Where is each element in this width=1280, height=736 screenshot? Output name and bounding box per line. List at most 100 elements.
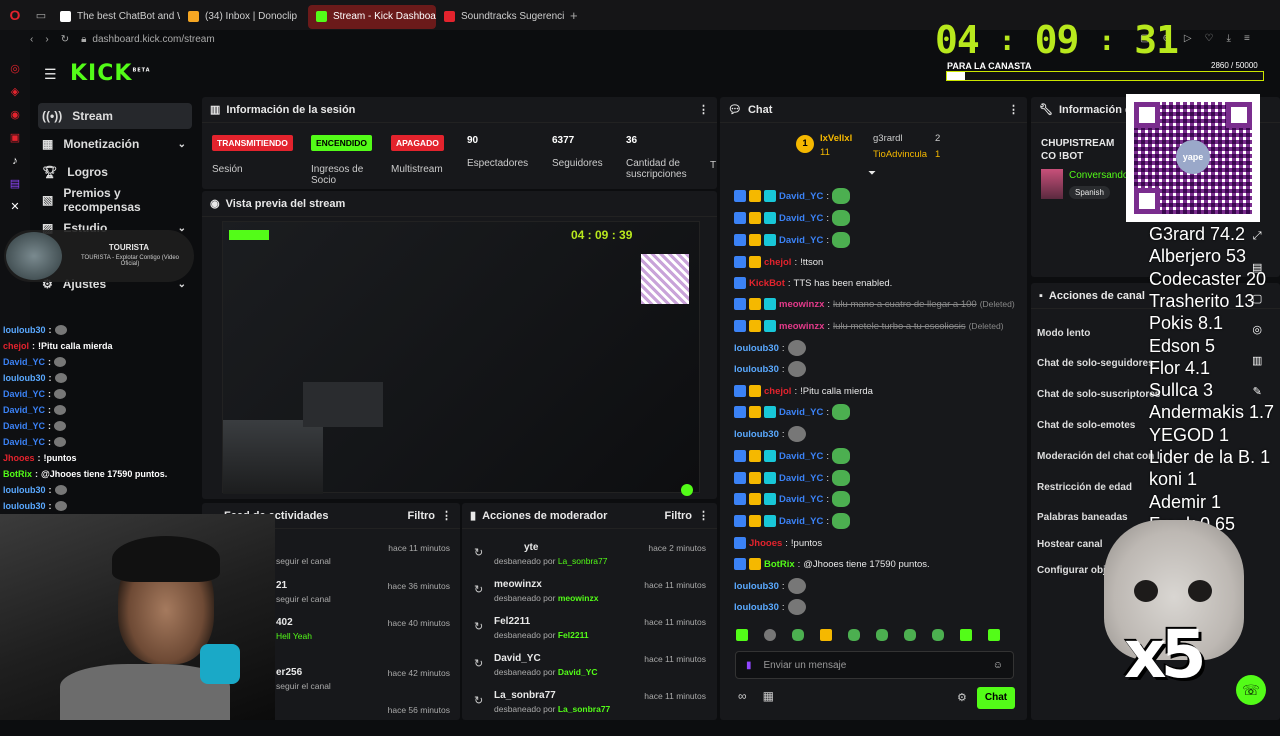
chat-message[interactable]: David_YC:	[734, 230, 850, 250]
channel-action-item[interactable]: Palabras baneadas	[1037, 512, 1128, 523]
chat-message[interactable]: Jhooes: !puntos	[734, 533, 822, 553]
tab-kick-dashboard[interactable]: Stream - Kick Dashboard	[308, 4, 436, 29]
undo-icon[interactable]: ↻	[474, 583, 483, 596]
opera-logo-icon[interactable]: O	[0, 7, 30, 23]
chat-settings-icon[interactable]: ⚙	[957, 691, 967, 704]
nav-monetizacion[interactable]: ▦ Monetización ⌄	[38, 131, 192, 157]
chat-message[interactable]: louloub30:	[734, 359, 806, 379]
tabs-icon[interactable]: ▭	[30, 9, 52, 22]
chat-message[interactable]: David_YC:	[734, 186, 850, 206]
chat-username[interactable]: louloub30	[734, 429, 779, 440]
support-button[interactable]: ☏	[1236, 675, 1266, 705]
clipboard-icon[interactable]: ▥	[1252, 354, 1262, 367]
channel-action-item[interactable]: Configurar obj	[1037, 565, 1106, 576]
chat-username[interactable]: Jhooes	[749, 538, 782, 549]
forward-icon[interactable]: ›	[45, 34, 48, 45]
emote-icon[interactable]	[848, 629, 860, 641]
chat-message[interactable]: louloub30:	[734, 338, 806, 358]
expand-icon[interactable]: ⤢	[1252, 230, 1262, 243]
pinned-toggle-icon[interactable]: ⏷	[868, 168, 876, 179]
chat-username[interactable]: louloub30	[734, 602, 779, 613]
url-text[interactable]: dashboard.kick.com/stream	[92, 34, 214, 45]
more-options-icon[interactable]: ⋮	[698, 103, 709, 116]
emote-icon[interactable]	[736, 629, 748, 641]
chat-message[interactable]: chejol: !Pitu calla mierda	[734, 381, 873, 401]
channel-action-item[interactable]: Chat de solo-emotes	[1037, 420, 1135, 431]
emote-icon[interactable]	[960, 629, 972, 641]
nav-stream[interactable]: ((•)) Stream	[38, 103, 192, 129]
emote-icon[interactable]	[764, 629, 776, 641]
channel-action-item[interactable]: Restricción de edad	[1037, 482, 1132, 493]
filter-button[interactable]: Filtro	[665, 510, 693, 522]
messenger-icon[interactable]: ▣	[0, 127, 30, 150]
nav-logros[interactable]: 🏆︎ Logros	[38, 159, 192, 185]
chat-username[interactable]: louloub30	[734, 364, 779, 375]
emote-icon[interactable]	[988, 629, 1000, 641]
tab-chatbot[interactable]: The best ChatBot and Wi	[52, 5, 180, 29]
more-options-icon[interactable]: ⋮	[698, 509, 709, 522]
chat-message[interactable]: David_YC:	[734, 402, 850, 422]
send-chat-button[interactable]: Chat	[977, 687, 1015, 709]
mic-icon[interactable]: ▮	[746, 660, 752, 671]
chat-username[interactable]: BotRix	[764, 559, 795, 570]
chat-message[interactable]: louloub30:	[734, 424, 806, 444]
emote-icon[interactable]	[792, 629, 804, 641]
twitch-icon[interactable]: ▤	[0, 173, 30, 196]
kick-logo[interactable]: KICKBETA	[70, 61, 151, 86]
chat-username[interactable]: David_YC	[779, 191, 823, 202]
nav-premios[interactable]: ▧ Premios y recompensas	[38, 186, 192, 214]
chat-username[interactable]: David_YC	[779, 451, 823, 462]
tool-icon[interactable]: ✎	[1252, 385, 1262, 398]
emote-icon[interactable]	[904, 629, 916, 641]
chat-message[interactable]: BotRix: @Jhooes tiene 17590 puntos.	[734, 554, 930, 574]
channel-action-item[interactable]: Chat de solo-seguidores	[1037, 358, 1154, 369]
new-tab-button[interactable]: +	[564, 8, 584, 23]
channel-action-item[interactable]: Moderación del chat con l	[1037, 451, 1160, 462]
menu-icon[interactable]: ≡	[1244, 33, 1250, 44]
chat-message[interactable]: David_YC:	[734, 208, 850, 228]
chat-message[interactable]: meowinzx: lulu mano a cuatro de llegar a …	[734, 294, 1015, 314]
store-icon[interactable]: ▦	[763, 689, 774, 703]
chat-username[interactable]: louloub30	[734, 343, 779, 354]
more-options-icon[interactable]: ⋮	[1008, 103, 1019, 116]
aria-icon[interactable]: ◉	[0, 104, 30, 127]
tab-inbox[interactable]: (34) Inbox | Donoclip	[180, 5, 308, 29]
chat-username[interactable]: David_YC	[779, 213, 823, 224]
bookmarks-icon[interactable]: ◈	[0, 81, 30, 104]
broadcast-icon[interactable]: ◎	[1252, 323, 1262, 336]
chat-message[interactable]: David_YC:	[734, 489, 850, 509]
emote-icon[interactable]	[820, 629, 832, 641]
chat-username[interactable]: chejol	[764, 386, 791, 397]
points-icon[interactable]: ∞	[738, 689, 747, 703]
chat-message[interactable]: David_YC:	[734, 468, 850, 488]
emoji-icon[interactable]: ☺	[993, 660, 1003, 671]
chat-message[interactable]: louloub30:	[734, 576, 806, 596]
category-name[interactable]: Conversando	[1069, 170, 1128, 181]
more-options-icon[interactable]: ⋮	[441, 509, 452, 522]
chat-username[interactable]: David_YC	[779, 516, 823, 527]
tab-soundtracks[interactable]: Soundtracks Sugerencias	[436, 5, 564, 29]
reload-icon[interactable]: ↻	[61, 34, 69, 45]
chat-message[interactable]: chejol: !ttson	[734, 252, 823, 272]
chat-username[interactable]: chejol	[764, 257, 791, 268]
stream-preview-video[interactable]: 04 : 09 : 39	[222, 221, 700, 496]
chat-username[interactable]: David_YC	[779, 473, 823, 484]
chat-message[interactable]: David_YC:	[734, 446, 850, 466]
download-icon[interactable]: ⤓	[1227, 33, 1231, 44]
tiktok-icon[interactable]: ♪	[0, 150, 30, 173]
chat-message[interactable]: louloub30:	[734, 597, 806, 617]
chat-username[interactable]: meowinzx	[779, 321, 824, 332]
chat-message[interactable]: KickBot: TTS has been enabled.	[734, 273, 892, 293]
channel-action-item[interactable]: Hostear canal	[1037, 539, 1103, 550]
channel-action-item[interactable]: Chat de solo-suscriptores	[1037, 389, 1160, 400]
chat-message[interactable]: meowinzx: lulu metele turbo a tu escolios…	[734, 316, 1004, 336]
speed-dial-icon[interactable]: ◎	[0, 58, 30, 81]
x-icon[interactable]: ✕	[0, 196, 30, 219]
filter-button[interactable]: Filtro	[408, 510, 436, 522]
channel-action-item[interactable]: Modo lento	[1037, 328, 1090, 339]
undo-icon[interactable]: ↻	[474, 694, 483, 707]
chat-message[interactable]: David_YC:	[734, 511, 850, 531]
emote-icon[interactable]	[932, 629, 944, 641]
undo-icon[interactable]: ↻	[474, 546, 483, 559]
play-icon[interactable]: ▷	[1184, 33, 1192, 44]
